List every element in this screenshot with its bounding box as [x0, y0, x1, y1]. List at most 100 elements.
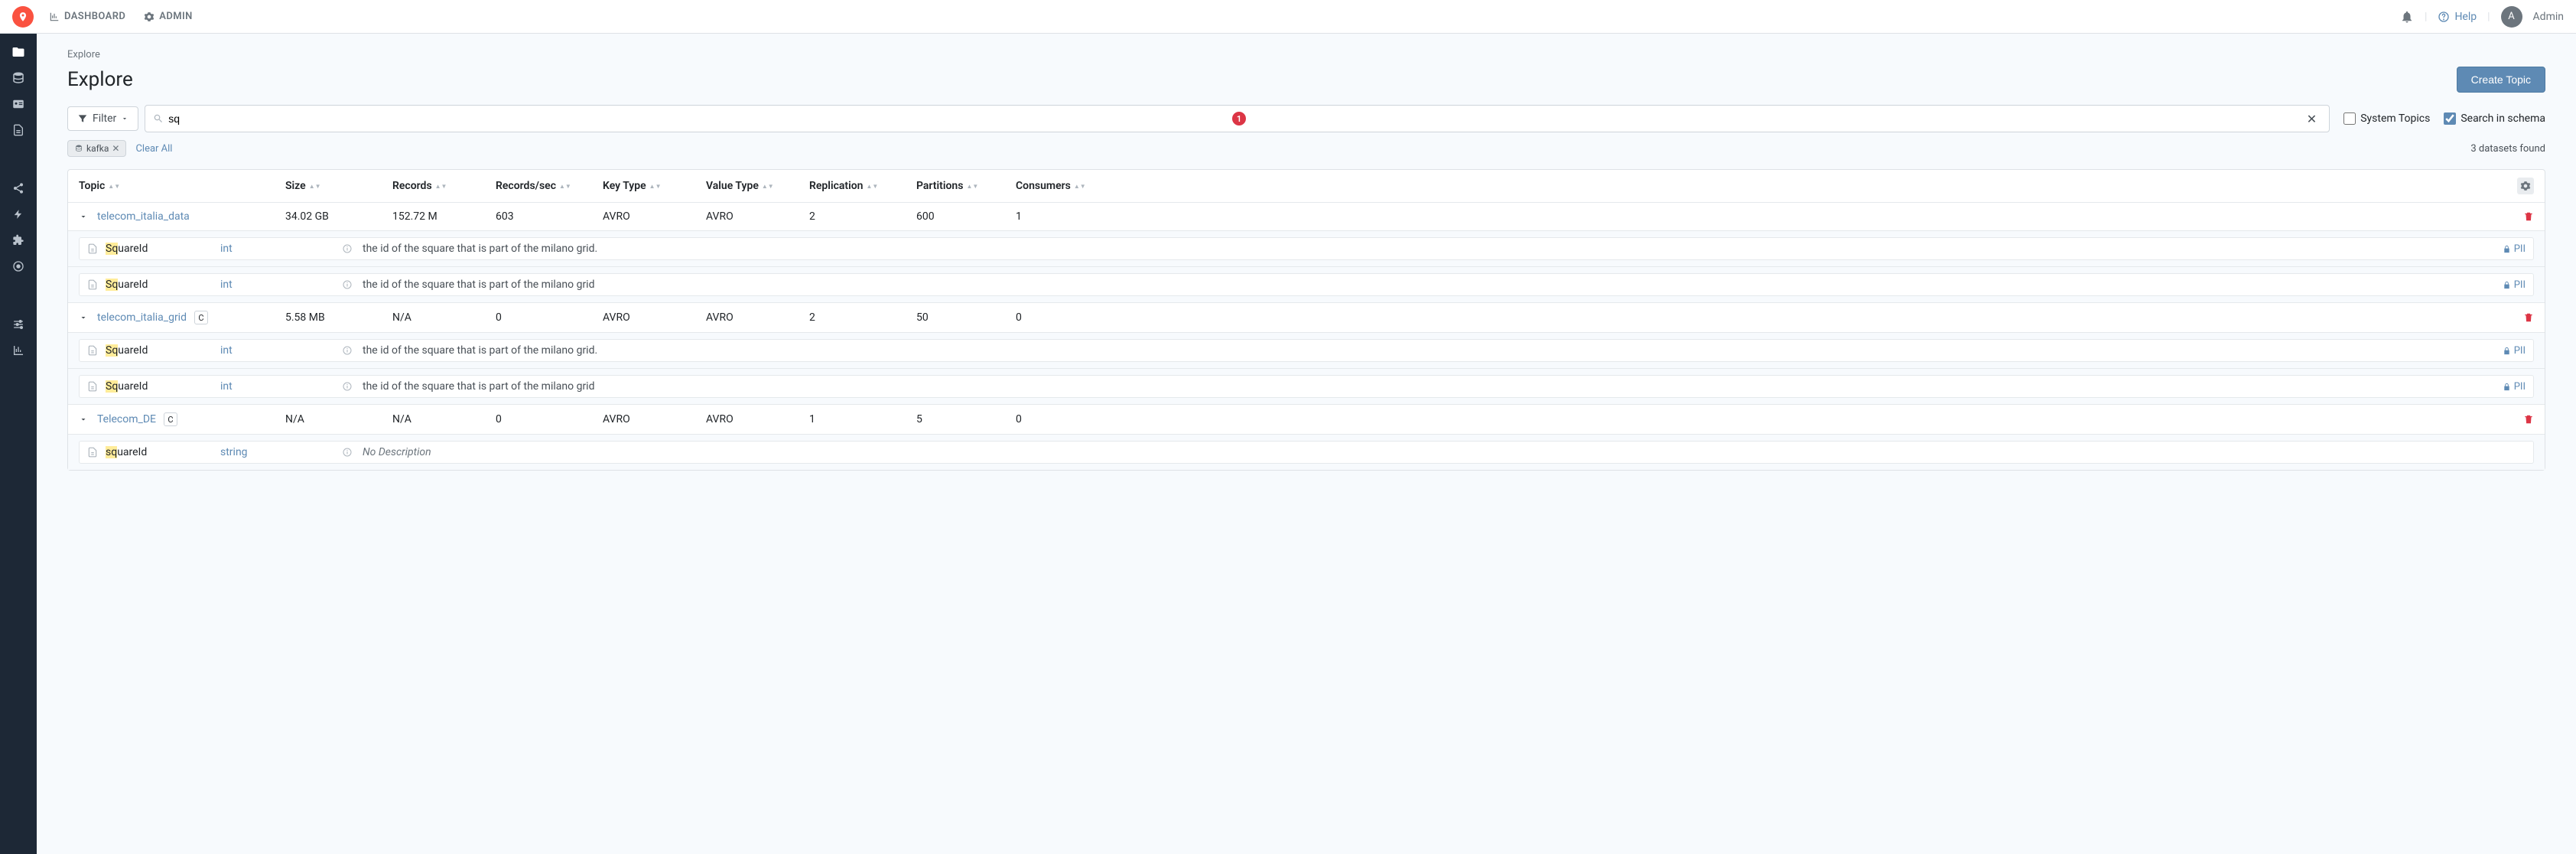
bell-icon[interactable] — [2400, 10, 2414, 24]
sidebar-item-chart[interactable] — [0, 340, 37, 361]
col-consumers[interactable]: Consumers▲▼ — [1016, 180, 1115, 192]
file-icon — [87, 447, 98, 458]
info-icon[interactable] — [343, 244, 352, 253]
help-link[interactable]: Help — [2438, 11, 2477, 23]
filter-button[interactable]: Filter — [67, 106, 138, 131]
logo-pin-icon — [18, 11, 28, 22]
keytype-cell: AVRO — [603, 311, 706, 324]
field-row: SquareIdintthe id of the square that is … — [68, 368, 2545, 404]
user-avatar[interactable]: A — [2501, 6, 2522, 28]
pii-badge: PII — [2503, 381, 2526, 393]
search-input[interactable] — [164, 112, 1229, 125]
field-name: SquareId — [106, 380, 220, 393]
info-icon[interactable] — [343, 448, 352, 457]
search-in-schema-label: Search in schema — [2461, 112, 2545, 125]
field-type: string — [220, 446, 343, 458]
delete-button[interactable] — [2523, 211, 2534, 222]
system-topics-option[interactable]: System Topics — [2343, 112, 2430, 125]
replication-cell: 1 — [809, 413, 916, 425]
search-box[interactable]: 1 ✕ — [145, 105, 2330, 132]
records-cell: N/A — [392, 311, 496, 324]
database-icon — [74, 144, 83, 153]
nav-admin[interactable]: ADMIN — [144, 11, 192, 22]
sidebar-item-card[interactable] — [0, 93, 37, 115]
col-recsec[interactable]: Records/sec▲▼ — [496, 180, 603, 192]
size-cell: N/A — [285, 413, 392, 425]
chevron-down-icon — [121, 115, 128, 122]
topic-row: telecom_italia_data34.02 GB152.72 M603AV… — [68, 203, 2545, 230]
file-icon — [87, 381, 98, 392]
system-topics-checkbox[interactable] — [2343, 112, 2356, 125]
topic-cell: telecom_italia_gridC — [79, 311, 285, 324]
field-description: the id of the square that is part of the… — [363, 279, 2503, 291]
col-keytype[interactable]: Key Type▲▼ — [603, 180, 706, 192]
topic-link[interactable]: telecom_italia_data — [97, 210, 190, 223]
field-name: SquareId — [106, 344, 220, 357]
sidebar — [0, 34, 37, 854]
sidebar-item-share[interactable] — [0, 178, 37, 199]
sidebar-item-explore[interactable] — [0, 41, 37, 63]
replication-cell: 2 — [809, 210, 916, 223]
filter-chip-kafka[interactable]: kafka ✕ — [67, 140, 126, 157]
pii-badge: PII — [2503, 279, 2526, 291]
info-icon[interactable] — [343, 346, 352, 355]
nav-dashboard-label: DASHBOARD — [64, 11, 125, 22]
help-icon — [2438, 11, 2450, 23]
logo — [12, 6, 34, 28]
sidebar-item-file[interactable] — [0, 119, 37, 141]
sidebar-item-settings[interactable] — [0, 314, 37, 335]
records-cell: 152.72 M — [392, 210, 496, 223]
topbar: DASHBOARD ADMIN | Help | A Admin — [0, 0, 2576, 34]
database-icon — [11, 71, 25, 85]
expand-toggle[interactable] — [79, 415, 88, 424]
sidebar-item-bolt[interactable] — [0, 204, 37, 225]
search-in-schema-option[interactable]: Search in schema — [2444, 112, 2545, 125]
avatar-letter: A — [2508, 11, 2514, 22]
clear-all-link[interactable]: Clear All — [135, 143, 172, 155]
valtype-cell: AVRO — [706, 413, 809, 425]
topic-cell: Telecom_DEC — [79, 412, 285, 426]
expand-toggle[interactable] — [79, 313, 88, 322]
replication-cell: 2 — [809, 311, 916, 324]
datasets-found: 3 datasets found — [2470, 143, 2545, 155]
field-type: int — [220, 243, 343, 255]
table-settings-button[interactable] — [2517, 178, 2534, 194]
topic-link[interactable]: telecom_italia_grid — [97, 311, 187, 324]
nav-dashboard[interactable]: DASHBOARD — [49, 11, 125, 22]
field-description: the id of the square that is part of the… — [363, 243, 2503, 255]
info-icon[interactable] — [343, 280, 352, 289]
info-icon[interactable] — [343, 382, 352, 391]
topic-link[interactable]: Telecom_DE — [97, 413, 156, 425]
valtype-cell: AVRO — [706, 210, 809, 223]
chip-remove[interactable]: ✕ — [112, 143, 119, 154]
col-records[interactable]: Records▲▼ — [392, 180, 496, 192]
col-valtype[interactable]: Value Type▲▼ — [706, 180, 809, 192]
size-cell: 34.02 GB — [285, 210, 392, 223]
delete-button[interactable] — [2523, 312, 2534, 323]
col-replication[interactable]: Replication▲▼ — [809, 180, 916, 192]
share-icon — [12, 182, 24, 194]
breadcrumb: Explore — [67, 49, 2545, 60]
filter-icon — [77, 113, 88, 124]
consumers-cell: 0 — [1016, 413, 1115, 425]
pii-badge: PII — [2503, 345, 2526, 357]
partitions-cell: 5 — [916, 413, 1016, 425]
sidebar-item-target[interactable] — [0, 256, 37, 277]
sidebar-item-data[interactable] — [0, 67, 37, 89]
id-card-icon — [11, 97, 25, 111]
delete-button[interactable] — [2523, 414, 2534, 425]
col-size[interactable]: Size▲▼ — [285, 180, 392, 192]
search-in-schema-checkbox[interactable] — [2444, 112, 2456, 125]
gear-icon — [2520, 181, 2531, 191]
target-icon — [12, 260, 24, 272]
separator: | — [2425, 11, 2427, 23]
keytype-cell: AVRO — [603, 210, 706, 223]
page-title: Explore — [67, 68, 133, 91]
col-partitions[interactable]: Partitions▲▼ — [916, 180, 1016, 192]
col-topic[interactable]: Topic▲▼ — [79, 180, 285, 192]
create-topic-button[interactable]: Create Topic — [2457, 67, 2545, 93]
bar-chart-icon — [49, 11, 60, 22]
clear-search-button[interactable]: ✕ — [2302, 112, 2321, 126]
sidebar-item-plugin[interactable] — [0, 230, 37, 251]
expand-toggle[interactable] — [79, 212, 88, 221]
